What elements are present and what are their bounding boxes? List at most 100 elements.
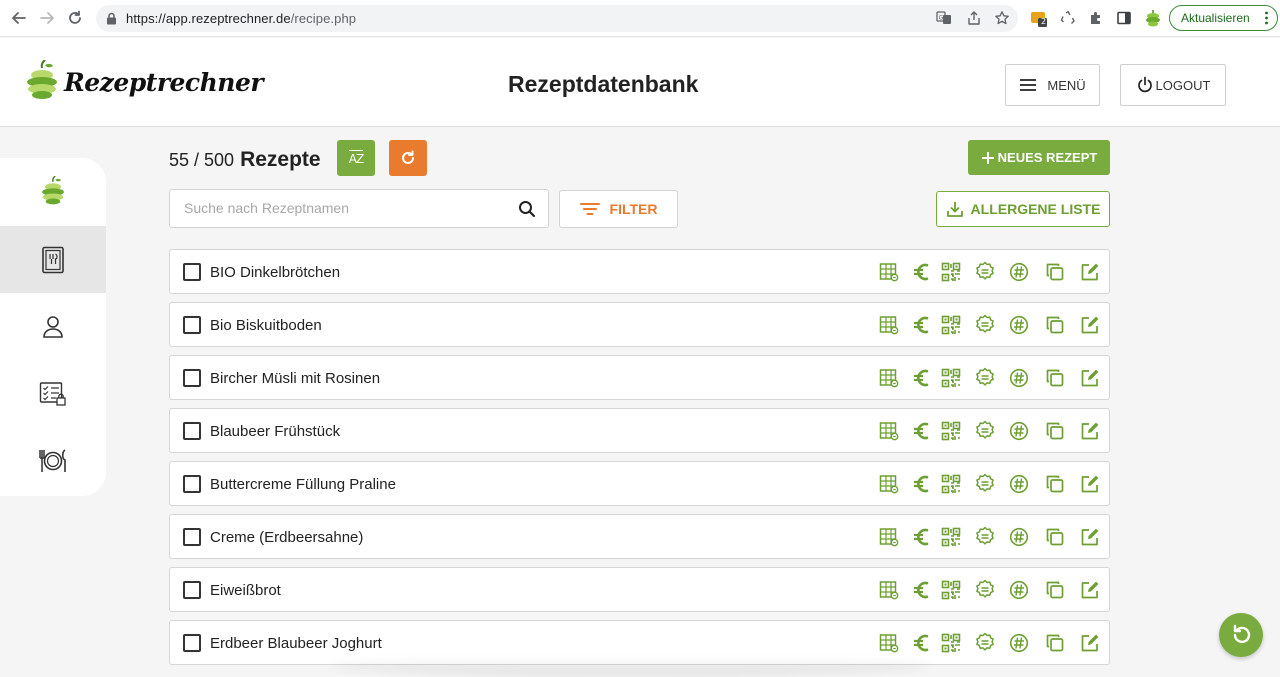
extensions-puzzle-icon[interactable] — [1087, 9, 1105, 27]
copy-icon[interactable] — [1044, 367, 1066, 389]
nutri-score-icon[interactable] — [1008, 314, 1030, 336]
nutri-score-icon[interactable] — [1008, 526, 1030, 548]
back-icon[interactable] — [7, 7, 31, 29]
qr-code-icon[interactable] — [940, 314, 962, 336]
extension-badge-icon[interactable]: 2 — [1030, 9, 1048, 27]
badge-icon[interactable] — [974, 526, 996, 548]
recipe-name[interactable]: Erdbeer Blaubeer Joghurt — [210, 635, 382, 652]
nutrition-table-icon[interactable] — [878, 526, 900, 548]
nutri-score-icon[interactable] — [1008, 420, 1030, 442]
copy-icon[interactable] — [1044, 579, 1066, 601]
sidebar-item-home[interactable] — [0, 158, 106, 225]
edit-icon[interactable] — [1079, 632, 1101, 654]
qr-code-icon[interactable] — [940, 367, 962, 389]
row-checkbox[interactable] — [183, 581, 201, 599]
table-row[interactable]: BIO Dinkelbrötchen — [169, 249, 1110, 294]
badge-icon[interactable] — [974, 632, 996, 654]
undo-fab-button[interactable] — [1219, 613, 1263, 657]
badge-icon[interactable] — [974, 420, 996, 442]
table-row[interactable]: Bio Biskuitboden — [169, 302, 1110, 347]
filter-button[interactable]: FILTER — [559, 190, 678, 228]
row-checkbox[interactable] — [183, 316, 201, 334]
nutrition-table-icon[interactable] — [878, 367, 900, 389]
share-icon[interactable] — [966, 10, 982, 31]
recycle-icon[interactable] — [1059, 9, 1077, 27]
sort-az-button[interactable]: AZ — [337, 140, 375, 176]
row-checkbox[interactable] — [183, 263, 201, 281]
row-checkbox[interactable] — [183, 422, 201, 440]
new-recipe-button[interactable]: NEUES REZEPT — [968, 140, 1110, 175]
search-icon[interactable] — [518, 200, 536, 218]
edit-icon[interactable] — [1079, 526, 1101, 548]
copy-icon[interactable] — [1044, 420, 1066, 442]
euro-icon[interactable] — [910, 261, 932, 283]
euro-icon[interactable] — [910, 314, 932, 336]
side-panel-icon[interactable] — [1115, 9, 1133, 27]
euro-icon[interactable] — [910, 367, 932, 389]
table-row[interactable]: Blaubeer Frühstück — [169, 408, 1110, 453]
qr-code-icon[interactable] — [940, 632, 962, 654]
euro-icon[interactable] — [910, 579, 932, 601]
table-row[interactable]: Bircher Müsli mit Rosinen — [169, 355, 1110, 400]
euro-icon[interactable] — [910, 632, 932, 654]
qr-code-icon[interactable] — [940, 420, 962, 442]
update-browser-button[interactable]: Aktualisieren — [1169, 5, 1278, 31]
qr-code-icon[interactable] — [940, 473, 962, 495]
recipe-name[interactable]: Creme (Erdbeersahne) — [210, 529, 363, 546]
rezeptrechner-extension-icon[interactable] — [1144, 9, 1162, 27]
menu-button[interactable]: MENÜ — [1005, 64, 1100, 106]
copy-icon[interactable] — [1044, 526, 1066, 548]
copy-icon[interactable] — [1044, 314, 1066, 336]
allergen-list-button[interactable]: ALLERGENE LISTE — [936, 191, 1110, 227]
nutrition-table-icon[interactable] — [878, 261, 900, 283]
euro-icon[interactable] — [910, 473, 932, 495]
recipe-name[interactable]: Bio Biskuitboden — [210, 317, 322, 334]
forward-icon[interactable] — [35, 7, 59, 29]
edit-icon[interactable] — [1079, 261, 1101, 283]
reload-icon[interactable] — [63, 7, 87, 29]
nutri-score-icon[interactable] — [1008, 632, 1030, 654]
badge-icon[interactable] — [974, 579, 996, 601]
sidebar-item-profile[interactable] — [0, 293, 106, 360]
euro-icon[interactable] — [910, 526, 932, 548]
recipe-name[interactable]: Bircher Müsli mit Rosinen — [210, 370, 380, 387]
copy-icon[interactable] — [1044, 261, 1066, 283]
nutri-score-icon[interactable] — [1008, 367, 1030, 389]
badge-icon[interactable] — [974, 261, 996, 283]
bookmark-star-icon[interactable] — [994, 10, 1010, 31]
nutri-score-icon[interactable] — [1008, 473, 1030, 495]
table-row[interactable]: Eiweißbrot — [169, 567, 1110, 612]
nutrition-table-icon[interactable] — [878, 473, 900, 495]
nutrition-table-icon[interactable] — [878, 632, 900, 654]
row-checkbox[interactable] — [183, 528, 201, 546]
row-checkbox[interactable] — [183, 634, 201, 652]
edit-icon[interactable] — [1079, 367, 1101, 389]
search-input[interactable] — [184, 200, 504, 216]
edit-icon[interactable] — [1079, 314, 1101, 336]
edit-icon[interactable] — [1079, 579, 1101, 601]
sidebar-item-menus[interactable] — [0, 427, 106, 494]
recipe-name[interactable]: Blaubeer Frühstück — [210, 423, 340, 440]
recipe-name[interactable]: Eiweißbrot — [210, 582, 281, 599]
nutri-score-icon[interactable] — [1008, 261, 1030, 283]
qr-code-icon[interactable] — [940, 261, 962, 283]
badge-icon[interactable] — [974, 473, 996, 495]
logo[interactable]: Rezeptrechner — [26, 58, 264, 106]
nutri-score-icon[interactable] — [1008, 579, 1030, 601]
nutrition-table-icon[interactable] — [878, 314, 900, 336]
copy-icon[interactable] — [1044, 473, 1066, 495]
edit-icon[interactable] — [1079, 420, 1101, 442]
euro-icon[interactable] — [910, 420, 932, 442]
qr-code-icon[interactable] — [940, 579, 962, 601]
row-checkbox[interactable] — [183, 369, 201, 387]
translate-icon[interactable]: G — [936, 10, 952, 31]
badge-icon[interactable] — [974, 367, 996, 389]
sidebar-item-checklist[interactable] — [0, 360, 106, 427]
table-row[interactable]: Creme (Erdbeersahne) — [169, 514, 1110, 559]
row-checkbox[interactable] — [183, 475, 201, 493]
qr-code-icon[interactable] — [940, 526, 962, 548]
table-row[interactable]: Buttercreme Füllung Praline — [169, 461, 1110, 506]
sidebar-item-recipes[interactable] — [0, 226, 106, 293]
refresh-button[interactable] — [389, 140, 427, 176]
logout-button[interactable]: LOGOUT — [1120, 64, 1226, 106]
